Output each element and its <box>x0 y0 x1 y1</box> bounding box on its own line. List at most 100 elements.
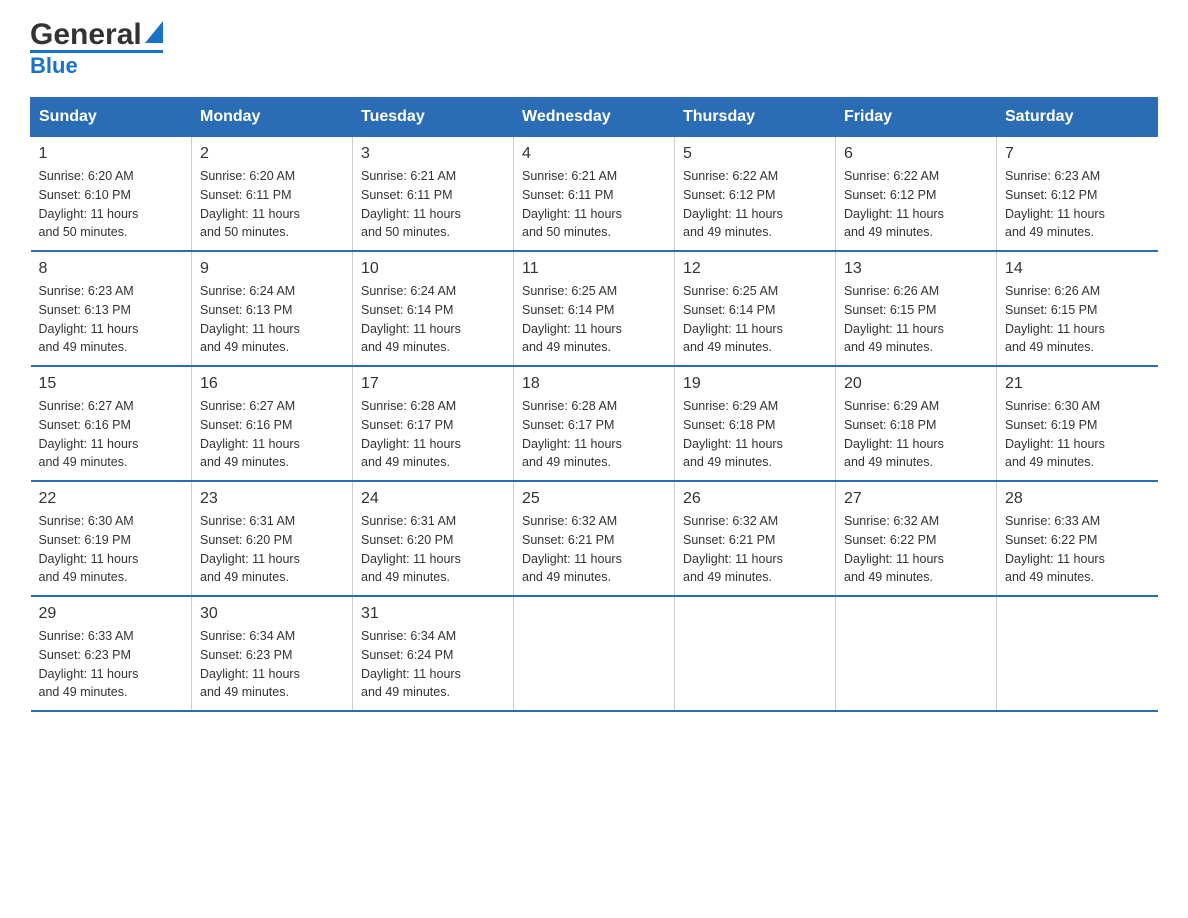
sunset-label: Sunset: 6:22 PM <box>1005 533 1097 547</box>
daylight-label: Daylight: 11 hours <box>39 322 139 336</box>
calendar-day-cell: 22 Sunrise: 6:30 AM Sunset: 6:19 PM Dayl… <box>31 481 192 596</box>
daylight-label: Daylight: 11 hours <box>200 322 300 336</box>
sunset-label: Sunset: 6:23 PM <box>200 648 292 662</box>
calendar-day-cell: 19 Sunrise: 6:29 AM Sunset: 6:18 PM Dayl… <box>675 366 836 481</box>
daylight-label: Daylight: 11 hours <box>844 207 944 221</box>
calendar-day-cell: 9 Sunrise: 6:24 AM Sunset: 6:13 PM Dayli… <box>192 251 353 366</box>
daylight-label: Daylight: 11 hours <box>522 552 622 566</box>
sunrise-label: Sunrise: 6:32 AM <box>522 514 617 528</box>
calendar-day-cell: 6 Sunrise: 6:22 AM Sunset: 6:12 PM Dayli… <box>836 137 997 252</box>
calendar-day-cell: 5 Sunrise: 6:22 AM Sunset: 6:12 PM Dayli… <box>675 137 836 252</box>
calendar-day-cell: 29 Sunrise: 6:33 AM Sunset: 6:23 PM Dayl… <box>31 596 192 711</box>
day-number: 6 <box>844 145 988 163</box>
day-number: 11 <box>522 260 666 278</box>
sunset-label: Sunset: 6:13 PM <box>200 303 292 317</box>
logo-blue-text: Blue <box>30 53 78 78</box>
daylight-cont: and 49 minutes. <box>39 685 128 699</box>
day-info: Sunrise: 6:34 AM Sunset: 6:24 PM Dayligh… <box>361 627 505 702</box>
calendar-day-cell: 12 Sunrise: 6:25 AM Sunset: 6:14 PM Dayl… <box>675 251 836 366</box>
daylight-cont: and 49 minutes. <box>522 570 611 584</box>
day-info: Sunrise: 6:25 AM Sunset: 6:14 PM Dayligh… <box>522 282 666 357</box>
daylight-cont: and 50 minutes. <box>200 225 289 239</box>
day-info: Sunrise: 6:32 AM Sunset: 6:22 PM Dayligh… <box>844 512 988 587</box>
calendar-day-cell <box>836 596 997 711</box>
daylight-cont: and 49 minutes. <box>200 340 289 354</box>
day-of-week-header: Thursday <box>675 98 836 137</box>
sunset-label: Sunset: 6:12 PM <box>683 188 775 202</box>
sunrise-label: Sunrise: 6:26 AM <box>1005 284 1100 298</box>
day-number: 20 <box>844 375 988 393</box>
daylight-cont: and 49 minutes. <box>683 455 772 469</box>
sunset-label: Sunset: 6:23 PM <box>39 648 131 662</box>
day-info: Sunrise: 6:24 AM Sunset: 6:14 PM Dayligh… <box>361 282 505 357</box>
day-info: Sunrise: 6:21 AM Sunset: 6:11 PM Dayligh… <box>361 167 505 242</box>
day-of-week-header: Tuesday <box>353 98 514 137</box>
daylight-label: Daylight: 11 hours <box>844 322 944 336</box>
daylight-label: Daylight: 11 hours <box>1005 207 1105 221</box>
daylight-label: Daylight: 11 hours <box>200 207 300 221</box>
sunrise-label: Sunrise: 6:28 AM <box>361 399 456 413</box>
calendar-day-cell: 11 Sunrise: 6:25 AM Sunset: 6:14 PM Dayl… <box>514 251 675 366</box>
daylight-cont: and 49 minutes. <box>200 685 289 699</box>
day-info: Sunrise: 6:20 AM Sunset: 6:11 PM Dayligh… <box>200 167 344 242</box>
sunset-label: Sunset: 6:18 PM <box>683 418 775 432</box>
logo-general-text: General <box>30 20 142 50</box>
sunrise-label: Sunrise: 6:34 AM <box>361 629 456 643</box>
calendar-body: 1 Sunrise: 6:20 AM Sunset: 6:10 PM Dayli… <box>31 137 1158 712</box>
calendar-day-cell: 31 Sunrise: 6:34 AM Sunset: 6:24 PM Dayl… <box>353 596 514 711</box>
calendar-day-cell: 17 Sunrise: 6:28 AM Sunset: 6:17 PM Dayl… <box>353 366 514 481</box>
day-info: Sunrise: 6:26 AM Sunset: 6:15 PM Dayligh… <box>844 282 988 357</box>
sunrise-label: Sunrise: 6:34 AM <box>200 629 295 643</box>
daylight-cont: and 49 minutes. <box>39 340 128 354</box>
sunset-label: Sunset: 6:12 PM <box>1005 188 1097 202</box>
daylight-cont: and 49 minutes. <box>844 570 933 584</box>
daylight-cont: and 49 minutes. <box>200 455 289 469</box>
sunrise-label: Sunrise: 6:20 AM <box>39 169 134 183</box>
sunset-label: Sunset: 6:15 PM <box>1005 303 1097 317</box>
day-info: Sunrise: 6:22 AM Sunset: 6:12 PM Dayligh… <box>683 167 827 242</box>
daylight-cont: and 49 minutes. <box>683 340 772 354</box>
day-info: Sunrise: 6:27 AM Sunset: 6:16 PM Dayligh… <box>39 397 184 472</box>
day-info: Sunrise: 6:33 AM Sunset: 6:22 PM Dayligh… <box>1005 512 1150 587</box>
day-info: Sunrise: 6:29 AM Sunset: 6:18 PM Dayligh… <box>844 397 988 472</box>
sunrise-label: Sunrise: 6:25 AM <box>522 284 617 298</box>
daylight-cont: and 50 minutes. <box>39 225 128 239</box>
daylight-label: Daylight: 11 hours <box>522 207 622 221</box>
day-number: 26 <box>683 490 827 508</box>
sunset-label: Sunset: 6:19 PM <box>39 533 131 547</box>
daylight-cont: and 49 minutes. <box>361 570 450 584</box>
day-number: 27 <box>844 490 988 508</box>
day-number: 4 <box>522 145 666 163</box>
calendar-day-cell: 13 Sunrise: 6:26 AM Sunset: 6:15 PM Dayl… <box>836 251 997 366</box>
daylight-label: Daylight: 11 hours <box>683 207 783 221</box>
sunrise-label: Sunrise: 6:26 AM <box>844 284 939 298</box>
day-number: 17 <box>361 375 505 393</box>
day-number: 28 <box>1005 490 1150 508</box>
day-info: Sunrise: 6:28 AM Sunset: 6:17 PM Dayligh… <box>522 397 666 472</box>
daylight-label: Daylight: 11 hours <box>39 207 139 221</box>
calendar-day-cell: 30 Sunrise: 6:34 AM Sunset: 6:23 PM Dayl… <box>192 596 353 711</box>
calendar-week-row: 8 Sunrise: 6:23 AM Sunset: 6:13 PM Dayli… <box>31 251 1158 366</box>
sunset-label: Sunset: 6:14 PM <box>522 303 614 317</box>
calendar-day-cell: 25 Sunrise: 6:32 AM Sunset: 6:21 PM Dayl… <box>514 481 675 596</box>
calendar-day-cell: 24 Sunrise: 6:31 AM Sunset: 6:20 PM Dayl… <box>353 481 514 596</box>
sunset-label: Sunset: 6:11 PM <box>361 188 453 202</box>
daylight-label: Daylight: 11 hours <box>39 437 139 451</box>
day-number: 9 <box>200 260 344 278</box>
daylight-label: Daylight: 11 hours <box>200 667 300 681</box>
calendar-table: SundayMondayTuesdayWednesdayThursdayFrid… <box>30 97 1158 712</box>
sunrise-label: Sunrise: 6:27 AM <box>200 399 295 413</box>
sunset-label: Sunset: 6:11 PM <box>200 188 292 202</box>
day-info: Sunrise: 6:32 AM Sunset: 6:21 PM Dayligh… <box>522 512 666 587</box>
daylight-label: Daylight: 11 hours <box>361 552 461 566</box>
sunrise-label: Sunrise: 6:30 AM <box>1005 399 1100 413</box>
calendar-day-cell: 15 Sunrise: 6:27 AM Sunset: 6:16 PM Dayl… <box>31 366 192 481</box>
calendar-day-cell <box>514 596 675 711</box>
daylight-label: Daylight: 11 hours <box>522 322 622 336</box>
daylight-cont: and 49 minutes. <box>844 455 933 469</box>
sunrise-label: Sunrise: 6:30 AM <box>39 514 134 528</box>
daylight-label: Daylight: 11 hours <box>200 552 300 566</box>
sunset-label: Sunset: 6:22 PM <box>844 533 936 547</box>
daylight-label: Daylight: 11 hours <box>361 322 461 336</box>
daylight-cont: and 49 minutes. <box>683 225 772 239</box>
